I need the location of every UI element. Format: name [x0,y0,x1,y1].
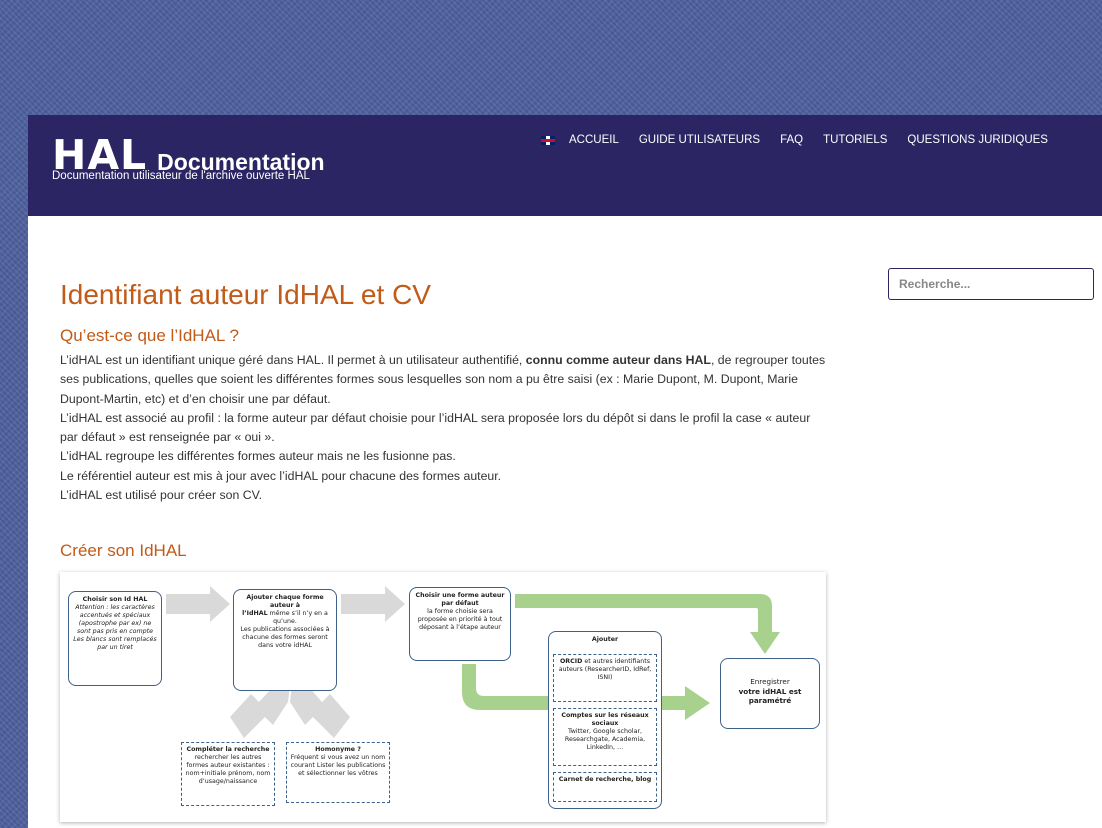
box6-sub3-title: Carnet de recherche, blog [558,776,652,783]
box6-sub1-title: ORCID [559,658,583,665]
paragraph-1: L’idHAL est un identifiant unique géré d… [60,351,830,409]
box2-title2: l’IdHAL [242,610,268,617]
box-add-author-forms: Ajouter chaque forme auteur à l’IdHAL mê… [233,589,337,691]
box6-sub2-body: Twitter, Google scholar, Researchgate, A… [564,728,646,751]
main-content: Identifiant auteur IdHAL et CV Qu’est-ce… [60,278,830,560]
main-nav: ACCUEIL GUIDE UTILISATEURS FAQ TUTORIELS… [541,134,1068,146]
box5-body: Fréquent si vous avez un nom courant Lis… [290,754,386,777]
box6-orcid: ORCID et autres identifiants auteurs (Re… [553,654,657,702]
box3-title: Choisir une forme auteur par défaut [415,592,505,607]
box-add-identifiers: Ajouter ORCID et autres identifiants aut… [548,631,662,809]
nav-questions-juridiques[interactable]: QUESTIONS JURIDIQUES [907,134,1048,146]
box-default-author-form: Choisir une forme auteur par défaut la f… [409,587,511,661]
box2-body1: même s’il n’y en a qu’une. [267,610,328,625]
box-save-idhal: Enregistrer votre idHAL est paramétré [720,658,820,729]
browser-page: HAL Documentation Documentation utilisate… [28,115,1102,828]
box4-title: Compléter la recherche [186,746,270,753]
box7-line2: votre idHAL est paramétré [738,686,802,706]
page-title: Identifiant auteur IdHAL et CV [60,279,431,310]
nav-faq[interactable]: FAQ [780,134,803,146]
box1-title: Choisir son Id HAL [82,596,148,603]
nav-guide-utilisateurs[interactable]: GUIDE UTILISATEURS [639,134,760,146]
box6-blog: Carnet de recherche, blog [553,772,657,802]
box-choose-idhal: Choisir son Id HAL Attention : les carac… [68,591,162,686]
site-tagline: Documentation utilisateur de l'archive o… [52,170,310,182]
box6-sub2-title: Comptes sur les réseaux sociaux [561,712,649,727]
box2-line2: l’IdHAL même s’il n’y en a qu’une. [242,610,328,625]
box-homonym: Homonyme ? Fréquent si vous avez un nom … [286,742,390,803]
box4-body: rechercher les autres formes auteur exis… [185,754,271,785]
box6-social: Comptes sur les réseaux sociaux Twitter,… [553,708,657,766]
arrow-box1-to-box2 [166,586,230,622]
site-header: HAL Documentation Documentation utilisate… [28,115,1102,216]
box3-body: la forme choisie sera proposée en priori… [417,608,503,631]
paragraph-1-strong: connu comme auteur dans HAL [525,353,711,367]
nav-accueil[interactable]: ACCUEIL [569,134,619,146]
box7-line1: Enregistrer [750,677,790,686]
nav-tutoriels[interactable]: TUTORIELS [823,134,887,146]
paragraph-4: Le référentiel auteur est mis à jour ave… [60,468,502,483]
box2-body2: Les publications associées à chacune des… [240,626,330,649]
paragraph-3: L’idHAL regroupe les différentes formes … [60,449,456,464]
section-heading-what-is-idhal: Qu’est-ce que l’IdHAL ? [60,326,239,345]
box6-title: Ajouter [591,636,619,643]
paragraph-2: L’idHAL est associé au profil : la forme… [60,410,811,445]
idhal-process-diagram: Choisir son Id HAL Attention : les carac… [60,572,826,822]
box2-title: Ajouter chaque forme auteur à [246,594,324,609]
uk-flag-icon[interactable] [541,135,555,145]
arrow-box2-to-box3 [341,586,405,622]
paragraph-1-text: L’idHAL est un identifiant unique géré d… [60,353,526,367]
search-input[interactable] [888,268,1094,300]
section-heading-create-idhal: Créer son IdHAL [60,541,187,560]
box-complete-search: Compléter la recherche rechercher les au… [181,742,275,806]
paragraph-5: L’idHAL est utilisé pour créer son CV. [60,488,263,503]
section-body: L’idHAL est un identifiant unique géré d… [60,351,830,505]
box1-body: Attention : les caractères accentués et … [73,604,157,651]
box5-title: Homonyme ? [315,746,361,753]
